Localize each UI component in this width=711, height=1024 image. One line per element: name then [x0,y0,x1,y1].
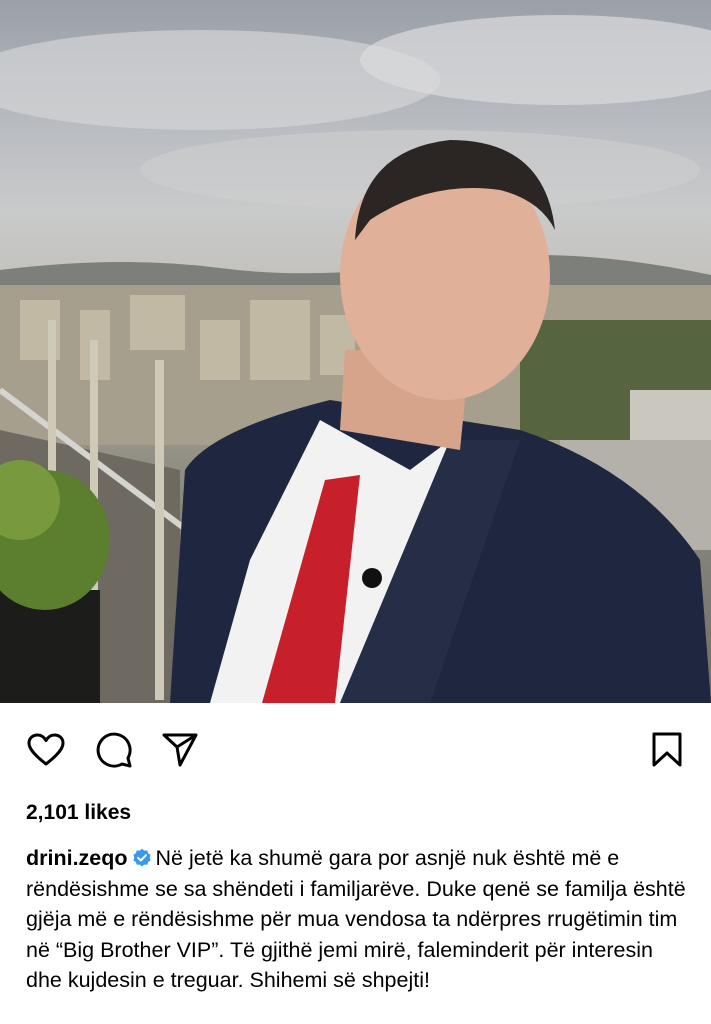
comment-button[interactable] [92,728,136,772]
likes-count[interactable]: 2,101 likes [26,801,131,825]
bookmark-icon [652,732,682,767]
share-button[interactable] [158,728,202,772]
like-button[interactable] [24,728,68,772]
verified-badge-icon [132,848,151,867]
post-caption: drini.zeqo Në jetë ka shumë gara por asnj… [26,843,686,996]
post-actions-bar [0,728,711,778]
username-link[interactable]: drini.zeqo [26,846,128,870]
post-photo-illustration [0,15,711,703]
save-button[interactable] [645,728,689,772]
post-image[interactable] [0,0,711,703]
comment-icon [96,732,132,768]
send-icon [162,733,198,767]
heart-icon [27,733,65,766]
